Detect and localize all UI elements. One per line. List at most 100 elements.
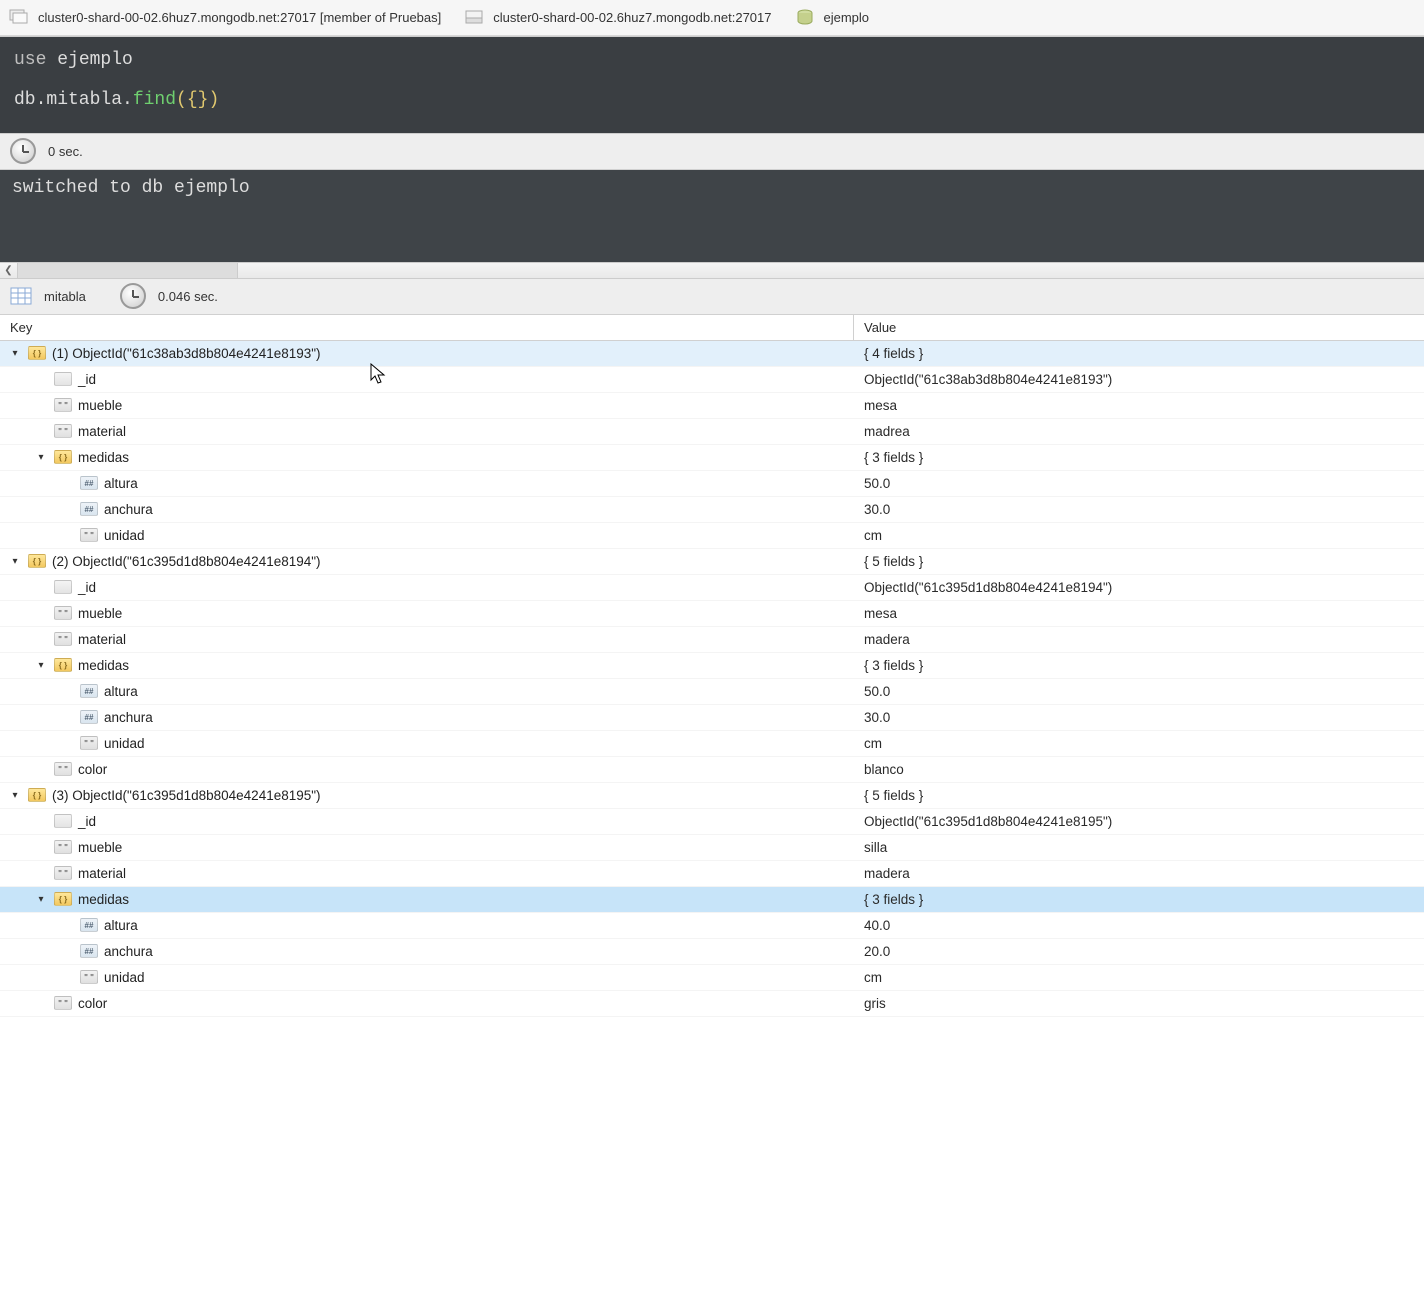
- clock-icon: [10, 138, 36, 164]
- key-label: mueble: [78, 840, 122, 855]
- key-label: altura: [104, 918, 138, 933]
- key-label: mueble: [78, 606, 122, 621]
- key-label: color: [78, 996, 107, 1011]
- key-label: altura: [104, 684, 138, 699]
- scroll-left-icon[interactable]: ❮: [0, 263, 18, 278]
- connection-item-secondary[interactable]: cluster0-shard-00-02.6huz7.mongodb.net:2…: [463, 9, 771, 27]
- tree-row[interactable]: ##anchura30.0: [0, 705, 1424, 731]
- tree-row[interactable]: ▾{ }medidas{ 3 fields }: [0, 653, 1424, 679]
- tree-row[interactable]: " "unidadcm: [0, 965, 1424, 991]
- tree-row[interactable]: _id ObjectId("61c395d1d8b804e4241e8194"): [0, 575, 1424, 601]
- server-icon: [463, 9, 485, 27]
- result-tree[interactable]: ▾{ }(1) ObjectId("61c38ab3d8b804e4241e81…: [0, 341, 1424, 1017]
- query-time-label: 0.046 sec.: [158, 289, 218, 304]
- num-type-icon: ##: [80, 944, 98, 958]
- expand-toggle-icon[interactable]: ▾: [34, 660, 48, 671]
- key-label: _id: [78, 580, 96, 595]
- tree-row[interactable]: " " unidad cm: [0, 523, 1424, 549]
- horizontal-scrollbar[interactable]: ❮: [0, 262, 1424, 279]
- expand-toggle-icon[interactable]: ▾: [34, 894, 48, 905]
- value-label: mesa: [854, 606, 1424, 621]
- current-database[interactable]: ejemplo: [794, 9, 870, 27]
- value-label: ObjectId("61c395d1d8b804e4241e8194"): [854, 580, 1424, 595]
- expand-toggle-icon[interactable]: ▾: [8, 348, 22, 359]
- tree-row[interactable]: " "materialmadera: [0, 627, 1424, 653]
- value-label: silla: [854, 840, 1424, 855]
- connection-item-primary[interactable]: cluster0-shard-00-02.6huz7.mongodb.net:2…: [8, 9, 441, 27]
- table-icon: [10, 287, 32, 305]
- connection-bar: cluster0-shard-00-02.6huz7.mongodb.net:2…: [0, 0, 1424, 36]
- scroll-thumb[interactable]: [18, 263, 238, 278]
- code-prefix: db.mitabla.: [14, 90, 133, 110]
- tree-row[interactable]: " "materialmadera: [0, 861, 1424, 887]
- header-key[interactable]: Key: [0, 315, 854, 340]
- value-label: 50.0: [854, 684, 1424, 699]
- server-icon: [8, 9, 30, 27]
- key-label: unidad: [104, 970, 145, 985]
- key-label: anchura: [104, 502, 153, 517]
- obj-type-icon: { }: [54, 658, 72, 672]
- tree-row[interactable]: ▾{ }medidas{ 3 fields }: [0, 887, 1424, 913]
- value-label: ObjectId("61c38ab3d8b804e4241e8193"): [854, 372, 1424, 387]
- connection-label: cluster0-shard-00-02.6huz7.mongodb.net:2…: [38, 10, 441, 25]
- oid-type-icon: [54, 372, 72, 386]
- oid-type-icon: [54, 814, 72, 828]
- key-label: medidas: [78, 658, 129, 673]
- key-label: (3) ObjectId("61c395d1d8b804e4241e8195"): [52, 788, 321, 803]
- header-value[interactable]: Value: [854, 320, 1424, 335]
- tree-row[interactable]: ##anchura30.0: [0, 497, 1424, 523]
- tree-row[interactable]: ##anchura20.0: [0, 939, 1424, 965]
- tree-row[interactable]: ##altura50.0: [0, 471, 1424, 497]
- tree-row[interactable]: " "materialmadrea: [0, 419, 1424, 445]
- query-editor[interactable]: use ejemplo db.mitabla.find({}): [0, 36, 1424, 134]
- tree-row[interactable]: ▾{ }(2) ObjectId("61c395d1d8b804e4241e81…: [0, 549, 1424, 575]
- expand-toggle-icon[interactable]: ▾: [8, 790, 22, 801]
- value-label: madrea: [854, 424, 1424, 439]
- value-label: cm: [854, 736, 1424, 751]
- value-label: cm: [854, 528, 1424, 543]
- key-label: medidas: [78, 450, 129, 465]
- value-label: gris: [854, 996, 1424, 1011]
- connection-label: cluster0-shard-00-02.6huz7.mongodb.net:2…: [493, 10, 771, 25]
- key-label: material: [78, 632, 126, 647]
- collection-name: mitabla: [44, 289, 86, 304]
- str-type-icon: " ": [54, 424, 72, 438]
- tree-row[interactable]: _idObjectId("61c395d1d8b804e4241e8195"): [0, 809, 1424, 835]
- num-type-icon: ##: [80, 918, 98, 932]
- tree-row[interactable]: ##altura40.0: [0, 913, 1424, 939]
- keyword-use: use: [14, 50, 46, 70]
- value-label: { 3 fields }: [854, 450, 1424, 465]
- oid-type-icon: [54, 580, 72, 594]
- tree-row[interactable]: " "colorgris: [0, 991, 1424, 1017]
- str-type-icon: " ": [54, 866, 72, 880]
- tree-row[interactable]: " "mueblesilla: [0, 835, 1424, 861]
- expand-toggle-icon[interactable]: ▾: [34, 452, 48, 463]
- obj-type-icon: { }: [28, 788, 46, 802]
- value-label: 30.0: [854, 502, 1424, 517]
- str-type-icon: " ": [54, 398, 72, 412]
- obj-type-icon: { }: [54, 892, 72, 906]
- tree-row[interactable]: ▾{ }(1) ObjectId("61c38ab3d8b804e4241e81…: [0, 341, 1424, 367]
- tree-row[interactable]: ##altura50.0: [0, 679, 1424, 705]
- tree-row[interactable]: " "unidadcm: [0, 731, 1424, 757]
- obj-type-icon: { }: [28, 346, 46, 360]
- result-info-bar: mitabla 0.046 sec.: [0, 279, 1424, 315]
- tree-header: Key Value: [0, 315, 1424, 341]
- paren-open: (: [176, 90, 187, 110]
- tree-row[interactable]: " "mueblemesa: [0, 393, 1424, 419]
- str-type-icon: " ": [80, 528, 98, 542]
- expand-toggle-icon[interactable]: ▾: [8, 556, 22, 567]
- code-line: db.mitabla.find({}): [14, 87, 1410, 115]
- key-label: (2) ObjectId("61c395d1d8b804e4241e8194"): [52, 554, 321, 569]
- key-label: unidad: [104, 528, 145, 543]
- key-label: anchura: [104, 944, 153, 959]
- tree-row[interactable]: " " mueble mesa: [0, 601, 1424, 627]
- tree-row[interactable]: " "colorblanco: [0, 757, 1424, 783]
- num-type-icon: ##: [80, 710, 98, 724]
- tree-row[interactable]: ▾ { } (3) ObjectId("61c395d1d8b804e4241e81…: [0, 783, 1424, 809]
- key-label: altura: [104, 476, 138, 491]
- tree-row[interactable]: _idObjectId("61c38ab3d8b804e4241e8193"): [0, 367, 1424, 393]
- str-type-icon: " ": [54, 606, 72, 620]
- tree-row[interactable]: ▾{ }medidas{ 3 fields }: [0, 445, 1424, 471]
- key-label: color: [78, 762, 107, 777]
